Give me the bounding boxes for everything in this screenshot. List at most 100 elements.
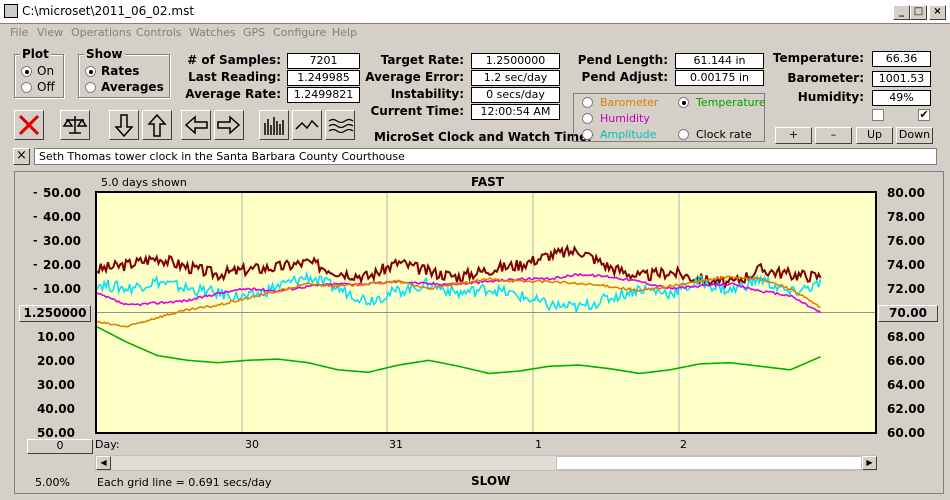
pend-adjust-field: 0.00175 in [675, 70, 764, 86]
minimize-button[interactable]: _ [893, 5, 910, 20]
plot-on-label: On [37, 64, 55, 78]
y-left-tick: 30.00 [37, 378, 75, 392]
temperature-radio[interactable] [678, 97, 689, 108]
arrow-left-icon [184, 115, 208, 135]
clock-rate-radio[interactable] [678, 129, 689, 140]
instability-label: Instability: [390, 87, 464, 101]
day-tick: 30 [245, 438, 259, 451]
y-left-tick: 10.00 [43, 282, 81, 296]
offset-button[interactable]: 0 [27, 439, 93, 454]
series-clock-rate [97, 243, 822, 289]
y-right-tick: 66.00 [887, 354, 925, 368]
menu-watches[interactable]: Watches [189, 26, 236, 39]
pend-length-field[interactable]: 61.144 in [675, 53, 764, 69]
right-center-button[interactable]: 70.00 [878, 305, 938, 322]
scroll-down-button[interactable]: Down [896, 127, 933, 144]
zoom-out-button[interactable]: – [815, 127, 852, 144]
line-plot-button[interactable] [292, 110, 322, 140]
pend-length-label: Pend Length: [577, 53, 668, 67]
plot-group: Plot On Off [14, 47, 64, 98]
barometer-option-label: Barometer [600, 96, 659, 109]
bar-plot-button[interactable] [259, 110, 289, 140]
menu-gps[interactable]: GPS [243, 26, 265, 39]
y-left-tick: 50.00 [37, 426, 75, 440]
down-arrow-button[interactable] [109, 110, 139, 140]
y-right-tick: 68.00 [887, 330, 925, 344]
window-title: C:\microset\2011_06_02.mst [22, 4, 195, 18]
clear-description-button[interactable]: × [13, 148, 30, 165]
zoom-in-button[interactable]: + [775, 127, 812, 144]
scale-balance-icon [62, 116, 88, 134]
menu-view[interactable]: View [37, 26, 63, 39]
last-reading-label: Last Reading: [188, 70, 281, 84]
y-right-tick: 64.00 [887, 378, 925, 392]
menu-help[interactable]: Help [332, 26, 357, 39]
show-group: Show Rates Averages [78, 47, 170, 98]
y-left-tick: 30.00 [43, 234, 81, 248]
y-left-tick: 20.00 [43, 258, 81, 272]
day-tick: 31 [389, 438, 403, 451]
description-field[interactable]: Seth Thomas tower clock in the Santa Bar… [34, 148, 937, 165]
maximize-button[interactable]: □ [910, 5, 927, 20]
scroll-up-button[interactable]: Up [856, 127, 893, 144]
stop-button[interactable] [14, 110, 44, 140]
humidity-label: Humidity: [797, 90, 864, 104]
title-bar: C:\microset\2011_06_02.mst _ □ × [0, 0, 950, 24]
left-arrow-button[interactable] [181, 110, 211, 140]
y-left-tick: 40.00 [43, 210, 81, 224]
left-dash: - [33, 282, 38, 295]
right-arrow-button[interactable] [214, 110, 244, 140]
line-graph-icon [295, 119, 319, 130]
arrow-right-icon [217, 115, 241, 135]
scroll-left-button[interactable]: ◀ [96, 456, 111, 470]
scroll-thumb[interactable] [556, 456, 862, 470]
wave-plot-button[interactable] [325, 110, 355, 140]
horizontal-scrollbar[interactable]: ◀ ▶ [95, 455, 877, 471]
humidity-radio[interactable] [582, 113, 593, 124]
description-text: Seth Thomas tower clock in the Santa Bar… [39, 150, 405, 163]
barometer-radio[interactable] [582, 97, 593, 108]
amplitude-radio[interactable] [582, 129, 593, 140]
instability-field: 0 secs/day [471, 87, 560, 103]
temperature-option-label: Temperature [696, 96, 766, 109]
menu-configure[interactable]: Configure [273, 26, 326, 39]
pend-adjust-label: Pend Adjust: [581, 70, 668, 84]
slow-label: SLOW [471, 474, 511, 488]
average-rate-label: Average Rate: [185, 87, 281, 101]
fast-label: FAST [471, 175, 504, 189]
show-group-title: Show [84, 47, 125, 61]
scroll-right-button[interactable]: ▶ [862, 456, 877, 470]
clock-rate-option-label: Clock rate [696, 128, 752, 141]
y-right-tick: 62.00 [887, 402, 925, 416]
close-button[interactable]: × [929, 5, 946, 20]
waves-icon [328, 118, 354, 134]
balance-button[interactable] [60, 110, 90, 140]
target-rate-field[interactable]: 1.2500000 [471, 53, 560, 69]
series-temperature [97, 326, 821, 375]
samples-field: 7201 [287, 53, 360, 69]
humidity-field: 49% [872, 90, 931, 106]
checkbox-right[interactable]: ✔ [918, 109, 930, 121]
show-averages-radio[interactable] [85, 82, 96, 93]
up-arrow-button[interactable] [142, 110, 172, 140]
y-right-tick: 76.00 [887, 234, 925, 248]
menu-file[interactable]: File [10, 26, 28, 39]
menu-operations[interactable]: Operations [71, 26, 131, 39]
y-right-tick: 74.00 [887, 258, 925, 272]
chart-panel: 5.0 days shown FAST SLOW 5.00% Each grid… [14, 171, 944, 494]
checkbox-left[interactable] [872, 109, 884, 121]
center-value-button[interactable]: 1.250000 [19, 305, 91, 322]
menu-controls[interactable]: Controls [136, 26, 182, 39]
days-shown-label: 5.0 days shown [101, 176, 187, 189]
left-dash: - [33, 234, 38, 247]
show-rates-radio[interactable] [85, 66, 96, 77]
left-dash: - [33, 186, 38, 199]
plot-off-radio[interactable] [21, 82, 32, 93]
plot-on-radio[interactable] [21, 66, 32, 77]
average-error-label: Average Error: [365, 70, 464, 84]
day-tick: 1 [535, 438, 542, 451]
app-title: MicroSet Clock and Watch Timer [374, 130, 594, 144]
show-rates-label: Rates [101, 64, 140, 78]
plot-off-label: Off [37, 80, 55, 94]
arrow-up-icon [147, 113, 167, 137]
